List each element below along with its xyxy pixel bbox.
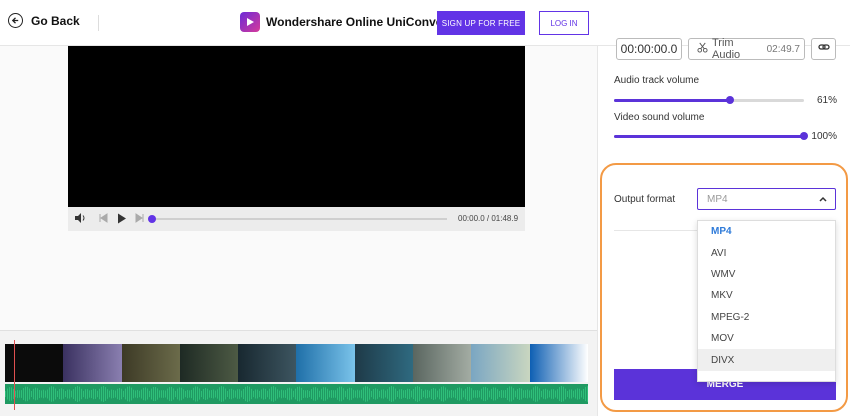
output-format-option[interactable]: MKV [698,285,835,306]
thumbnail [413,344,472,382]
scissors-icon [697,42,708,56]
go-back-label: Go Back [31,13,80,28]
seek-bar[interactable] [150,218,447,220]
video-controls: 00:00.0 / 01:48.9 [68,207,525,231]
skip-forward-icon[interactable] [135,213,145,223]
output-format-dropdown: MP4 AVI WMV MKV MPEG-2 MOV DIVX [697,220,836,382]
brand[interactable]: Wondershare Online UniConverter [240,12,462,32]
trim-start-time[interactable]: 00:00:00.0 [616,38,682,60]
play-icon[interactable] [117,213,127,224]
video-preview[interactable] [68,46,525,207]
thumbnail [354,344,414,382]
login-button[interactable]: LOG IN [539,11,589,35]
link-button[interactable] [811,38,836,60]
audio-volume-label: Audio track volume [614,75,700,86]
thumbnail [63,344,122,382]
audio-volume-slider[interactable] [614,96,804,104]
output-format-option[interactable]: MP4 [698,221,835,242]
seek-thumb[interactable] [148,215,156,223]
trim-audio-label: Trim Audio [712,37,741,61]
go-back-button[interactable]: Go Back [8,13,80,28]
video-volume-fill [614,135,804,138]
signup-button[interactable]: SIGN UP FOR FREE [437,11,525,35]
timeline-playhead[interactable] [14,340,15,410]
output-format-option[interactable]: MOV [698,328,835,349]
output-format-option[interactable]: WMV [698,264,835,285]
speaker-icon[interactable] [74,212,86,224]
video-volume-value: 100% [811,131,837,142]
header-divider [98,15,99,31]
output-format-select[interactable]: MP4 [697,188,836,210]
audio-volume-thumb[interactable] [725,96,734,104]
trim-audio-button[interactable]: Trim Audio 02:49.7 [688,37,805,61]
audio-waveform[interactable] [5,384,588,404]
output-format-label: Output format [614,194,676,205]
playback-time: 00:00.0 / 01:48.9 [458,214,519,223]
thumbnail [471,344,530,382]
output-format-option[interactable]: DIVX [698,349,835,371]
video-volume-label: Video sound volume [614,112,705,123]
thumbnail [179,344,239,382]
skip-back-icon[interactable] [98,213,108,223]
output-format-value: MP4 [707,193,728,205]
arrow-left-circle-icon [8,13,23,28]
thumbnail [296,344,355,382]
audio-volume-value: 61% [816,95,837,106]
trim-duration: 02:49.7 [766,43,800,55]
link-icon [817,40,830,58]
audio-volume-fill [614,99,730,102]
output-format-option[interactable]: AVI [698,242,835,263]
thumbnail [529,344,588,382]
brand-logo-icon [240,12,260,32]
thumbnail [238,344,297,382]
video-thumbnails[interactable] [5,344,588,382]
chevron-up-icon [818,194,828,207]
thumbnail [121,344,180,382]
output-format-option[interactable]: MPEG-2 [698,307,835,328]
brand-name: Wondershare Online UniConverter [266,15,463,29]
video-volume-slider[interactable] [614,132,808,140]
